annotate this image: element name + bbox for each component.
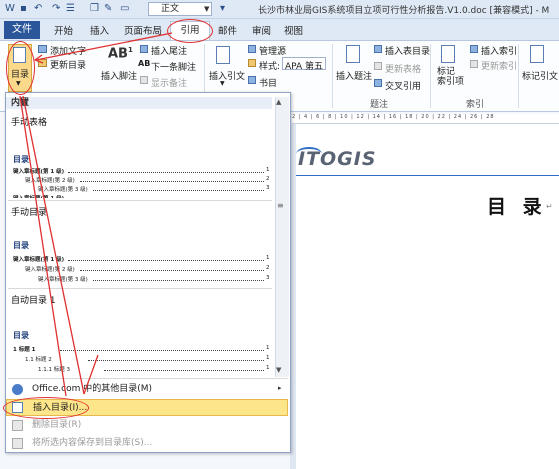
word-window: W ▪ ↶ ↷ ☰ ❐ ✎ ▭ 正文 ▼ ▾ 长沙市林业局GIS系统项目立项可行… — [0, 0, 559, 469]
annotation-arrows — [19, 32, 173, 397]
